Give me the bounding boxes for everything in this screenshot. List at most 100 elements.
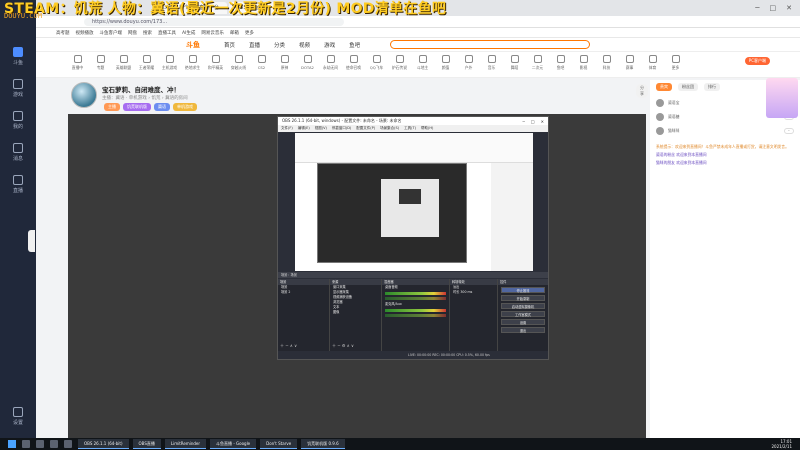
- category-item[interactable]: 音乐: [480, 55, 503, 77]
- close-icon[interactable]: ✕: [786, 4, 792, 12]
- room-tag[interactable]: 单机游戏: [173, 103, 197, 111]
- virtual-camera-button[interactable]: 启动虚拟摄像机: [501, 303, 545, 309]
- task-view-icon[interactable]: [36, 440, 44, 448]
- nav-link-yuba[interactable]: 鱼吧: [349, 41, 360, 49]
- nav-link-category[interactable]: 分类: [274, 41, 285, 49]
- os-sidebar-item-douyu[interactable]: 斗鱼: [0, 40, 36, 72]
- obs-menu-item[interactable]: 帮助(H): [421, 126, 433, 131]
- bookmark[interactable]: 邮箱: [230, 30, 239, 36]
- room-tag[interactable]: 主播: [104, 103, 120, 111]
- bookmark[interactable]: 斗鱼客户端: [100, 30, 123, 36]
- room-tag[interactable]: 冀语: [154, 103, 170, 111]
- category-item[interactable]: 原神: [273, 55, 296, 77]
- obs-preview-canvas[interactable]: [295, 133, 533, 271]
- event-banner[interactable]: [766, 78, 798, 118]
- obs-menu-item[interactable]: 工具(T): [404, 126, 416, 131]
- category-item[interactable]: 使命召唤: [342, 55, 365, 77]
- windows-start-icon[interactable]: [8, 440, 16, 448]
- category-item[interactable]: 鱼吧: [549, 55, 572, 77]
- category-item[interactable]: 颜值: [434, 55, 457, 77]
- minimize-icon[interactable]: ─: [755, 4, 759, 12]
- category-item[interactable]: CS2: [250, 55, 273, 77]
- bookmark[interactable]: 高考题: [56, 30, 70, 36]
- taskbar-app[interactable]: OBS直播: [132, 439, 161, 449]
- share-button[interactable]: 分享: [636, 84, 648, 98]
- category-item[interactable]: DOTA2: [296, 55, 319, 77]
- obs-menu-item[interactable]: 文件(F): [281, 126, 293, 131]
- scene-item[interactable]: 场景 2: [278, 290, 329, 295]
- pc-client-button[interactable]: PC客户端: [744, 57, 770, 65]
- stop-streaming-button[interactable]: 停止推流: [501, 287, 545, 293]
- category-item[interactable]: 更多: [664, 55, 687, 77]
- studio-mode-button[interactable]: 工作室模式: [501, 311, 545, 317]
- category-item[interactable]: 舞蹈: [503, 55, 526, 77]
- taskbar-app[interactable]: OBS 26.1.1 (64-bit): [78, 439, 129, 449]
- obs-menu-item[interactable]: 视图(V): [315, 126, 327, 131]
- search-icon[interactable]: [22, 440, 30, 448]
- nav-link-video[interactable]: 视频: [299, 41, 310, 49]
- close-icon[interactable]: ✕: [541, 119, 544, 124]
- bookmark[interactable]: 网盘: [128, 30, 137, 36]
- sidebar-collapse-handle[interactable]: [28, 230, 35, 252]
- chat-tab[interactable]: 贵宾: [656, 83, 672, 91]
- bookmark[interactable]: 更多: [245, 30, 254, 36]
- obs-menu-item[interactable]: 停靠窗口(D): [332, 126, 351, 131]
- search-input[interactable]: [390, 40, 591, 49]
- category-item[interactable]: 斗地主: [411, 55, 434, 77]
- volume-slider[interactable]: [385, 314, 446, 317]
- nav-link-games[interactable]: 游戏: [324, 41, 335, 49]
- taskbar-app[interactable]: 斗鱼直播 - Google: [210, 439, 257, 449]
- category-item[interactable]: 永劫无间: [319, 55, 342, 77]
- dock-toolbar[interactable]: ＋ − ⚙ ∧ ∨: [332, 343, 354, 349]
- category-item[interactable]: 穿越火线: [227, 55, 250, 77]
- maximize-icon[interactable]: □: [531, 119, 535, 124]
- taskbar-app[interactable]: LimitReminder: [164, 439, 207, 449]
- category-item[interactable]: 赛事: [618, 55, 641, 77]
- taskbar-app[interactable]: Don't Starve: [260, 439, 298, 449]
- dock-toolbar[interactable]: ＋ − ∧ ∨: [280, 343, 297, 349]
- volume-slider[interactable]: [385, 297, 446, 300]
- bookmark[interactable]: 搜索: [143, 30, 152, 36]
- category-item[interactable]: 主机游戏: [158, 55, 181, 77]
- douyu-logo[interactable]: 斗鱼: [186, 40, 200, 50]
- minimize-icon[interactable]: ─: [522, 119, 524, 124]
- chrome-icon[interactable]: [64, 440, 72, 448]
- start-recording-button[interactable]: 开始录制: [501, 295, 545, 301]
- category-item[interactable]: 户外: [457, 55, 480, 77]
- obs-menu-item[interactable]: 编辑(E): [298, 126, 310, 131]
- category-item[interactable]: 英雄联盟: [112, 55, 135, 77]
- category-item[interactable]: 影视: [572, 55, 595, 77]
- os-sidebar-item-live[interactable]: 直播: [0, 168, 36, 200]
- bookmark[interactable]: AI生成: [182, 30, 195, 36]
- maximize-icon[interactable]: □: [770, 4, 777, 12]
- source-item[interactable]: 图像: [330, 310, 381, 315]
- category-item[interactable]: 和平精英: [204, 55, 227, 77]
- category-item[interactable]: QQ飞车: [365, 55, 388, 77]
- bookmark[interactable]: 视频播放: [76, 30, 94, 36]
- os-sidebar-item-messages[interactable]: 消息: [0, 136, 36, 168]
- os-sidebar-item-settings[interactable]: 设置: [0, 400, 36, 432]
- system-clock[interactable]: 17:01 2021/2/11: [771, 439, 800, 449]
- os-sidebar-item-mine[interactable]: 我的: [0, 104, 36, 136]
- bookmark[interactable]: 直播工具: [158, 30, 176, 36]
- obs-menu-item[interactable]: 场景集合(S): [380, 126, 399, 131]
- category-item[interactable]: 直播中: [66, 55, 89, 77]
- bookmark[interactable]: 网易云音乐: [201, 30, 224, 36]
- category-item[interactable]: 二次元: [526, 55, 549, 77]
- room-tag[interactable]: 饥荒联机版: [123, 103, 151, 111]
- nav-link-home[interactable]: 首页: [224, 41, 235, 49]
- settings-button[interactable]: 设置: [501, 319, 545, 325]
- category-item[interactable]: 王者荣耀: [135, 55, 158, 77]
- file-explorer-icon[interactable]: [50, 440, 58, 448]
- nav-link-live[interactable]: 直播: [249, 41, 260, 49]
- category-item[interactable]: 体育: [641, 55, 664, 77]
- category-item[interactable]: 科技: [595, 55, 618, 77]
- category-item[interactable]: 炉石传说: [388, 55, 411, 77]
- chat-tab[interactable]: 排行: [704, 83, 720, 91]
- category-item[interactable]: 专题: [89, 55, 112, 77]
- chat-tab[interactable]: 粉丝团: [678, 83, 698, 91]
- rank-item[interactable]: 猫咪咪 •: [656, 124, 794, 138]
- video-player[interactable]: OBS 26.1.1 (64-bit, windows) - 配置文件: 未命名…: [68, 114, 646, 438]
- transition-duration[interactable]: 时长 300 ms: [450, 290, 497, 295]
- streamer-avatar[interactable]: [71, 82, 97, 108]
